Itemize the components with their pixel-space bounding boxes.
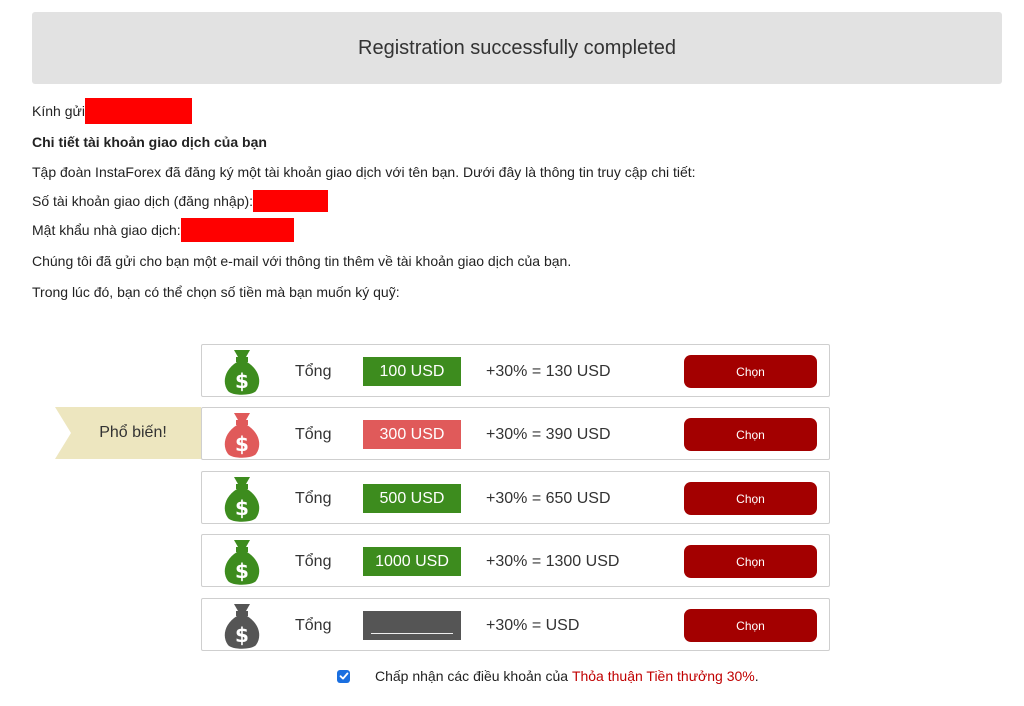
password-line: Mật khẩu nhà giao dịch: xyxy=(32,218,294,242)
bonus-total: +30% = 130 USD xyxy=(486,362,611,380)
svg-text:$: $ xyxy=(235,559,249,583)
choose-button[interactable]: Chọn xyxy=(684,609,817,642)
deposit-amount: 300 USD xyxy=(363,420,461,449)
deposit-prompt: Trong lúc đó, bạn có thể chọn số tiền mà… xyxy=(32,284,400,300)
account-number-line: Số tài khoản giao dịch (đăng nhập): xyxy=(32,190,329,212)
deposit-option-row: $ Tổng 100 USD +30% = 130 USD Chọn xyxy=(201,344,830,397)
redacted-password xyxy=(180,218,294,242)
svg-text:$: $ xyxy=(235,369,249,393)
svg-text:$: $ xyxy=(235,496,249,520)
bonus-agreement-link[interactable]: Thỏa thuận Tiền thưởng 30% xyxy=(572,668,755,684)
bonus-total: +30% = 1300 USD xyxy=(486,552,620,570)
redacted-name xyxy=(84,98,192,124)
agree-end: . xyxy=(754,668,759,684)
agree-checkbox[interactable] xyxy=(337,669,350,683)
deposit-amount: 1000 USD xyxy=(363,547,461,576)
choose-button[interactable]: Chọn xyxy=(684,418,817,451)
intro-text: Tập đoàn InstaForex đã đăng ký một tài k… xyxy=(32,164,696,180)
greeting-line: Kính gửi xyxy=(32,98,192,124)
bonus-total: +30% = 390 USD xyxy=(486,425,611,443)
account-number-label: Số tài khoản giao dịch (đăng nhập): xyxy=(32,193,254,209)
deposit-option-row: $ Tổng 500 USD +30% = 650 USD Chọn xyxy=(201,471,830,524)
account-details-heading: Chi tiết tài khoản giao dịch của bạn xyxy=(32,134,267,150)
deposit-option-row: $ Tổng 300 USD +30% = 390 USD Chọn xyxy=(201,407,830,460)
total-label: Tổng xyxy=(295,552,332,570)
money-bag-icon: $ xyxy=(224,477,260,522)
email-note: Chúng tôi đã gửi cho bạn một e-mail với … xyxy=(32,253,572,269)
choose-button[interactable]: Chọn xyxy=(684,545,817,578)
check-icon xyxy=(339,672,348,680)
bonus-total: +30% = USD xyxy=(486,616,580,634)
money-bag-icon: $ xyxy=(224,413,260,458)
deposit-option-row: $ Tổng 1000 USD +30% = 1300 USD Chọn xyxy=(201,534,830,587)
total-label: Tổng xyxy=(295,616,332,634)
svg-text:$: $ xyxy=(235,432,249,456)
total-label: Tổng xyxy=(295,362,332,380)
bonus-total: +30% = 650 USD xyxy=(486,489,611,507)
total-label: Tổng xyxy=(295,425,332,443)
agree-text: Chấp nhận các điều khoản của xyxy=(375,668,569,684)
password-label: Mật khẩu nhà giao dịch: xyxy=(32,222,181,238)
popular-label: Phổ biến! xyxy=(99,424,167,441)
svg-text:$: $ xyxy=(235,623,249,647)
redacted-account-number xyxy=(253,190,329,212)
deposit-amount[interactable] xyxy=(363,611,461,640)
banner-title: Registration successfully completed xyxy=(358,36,676,59)
choose-button[interactable]: Chọn xyxy=(684,355,817,388)
deposit-option-row: $ Tổng +30% = USD Chọn xyxy=(201,598,830,651)
total-label: Tổng xyxy=(295,489,332,507)
choose-button[interactable]: Chọn xyxy=(684,482,817,515)
deposit-amount: 500 USD xyxy=(363,484,461,513)
custom-amount-underline xyxy=(371,633,453,634)
money-bag-icon: $ xyxy=(224,540,260,585)
deposit-amount: 100 USD xyxy=(363,357,461,386)
greeting-text: Kính gửi xyxy=(32,103,85,119)
bonus-agreement: Chấp nhận các điều khoản của Thỏa thuận … xyxy=(337,666,759,686)
money-bag-icon: $ xyxy=(224,604,260,649)
money-bag-icon: $ xyxy=(224,350,260,395)
success-banner: Registration successfully completed xyxy=(32,12,1002,84)
